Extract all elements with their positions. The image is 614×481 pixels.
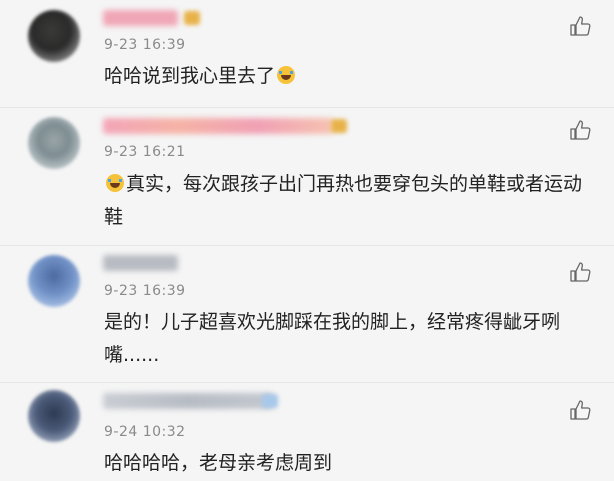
comment-timestamp: 9-23 16:21 [104, 144, 186, 160]
comment-item: 9-23 16:39 哈哈说到我心里去了 [0, 0, 614, 108]
username-blurred[interactable] [103, 118, 333, 134]
comment-list: 9-23 16:39 哈哈说到我心里去了 9-23 16:21 真实，每次跟孩子… [0, 0, 614, 481]
username-blurred[interactable] [103, 255, 178, 271]
laugh-cry-emoji-icon [106, 174, 124, 192]
comment-text-part: 哈哈说到我心里去了 [104, 65, 276, 87]
comment-timestamp: 9-23 16:39 [104, 283, 186, 299]
like-button[interactable] [568, 14, 592, 38]
comment-text-part: 真实，每次跟孩子出门再热也要穿包头的单鞋或者运动鞋 [104, 173, 583, 228]
comment-timestamp: 9-23 16:39 [104, 37, 186, 53]
like-button[interactable] [568, 398, 592, 422]
username-blurred[interactable] [103, 393, 273, 409]
thumbs-up-icon [570, 400, 591, 420]
avatar[interactable] [28, 390, 80, 442]
user-badge-icon [262, 394, 278, 408]
comment-text: 是的！儿子超喜欢光脚踩在我的脚上，经常疼得龇牙咧嘴...... [104, 311, 561, 366]
user-badge-icon [184, 11, 200, 25]
avatar[interactable] [28, 10, 80, 62]
thumbs-up-icon [570, 16, 591, 36]
comment-timestamp: 9-24 10:32 [104, 424, 186, 440]
thumbs-up-icon [570, 120, 591, 140]
thumbs-up-icon [570, 262, 591, 282]
like-button[interactable] [568, 260, 592, 284]
comment-text: 真实，每次跟孩子出门再热也要穿包头的单鞋或者运动鞋 [104, 168, 584, 234]
avatar[interactable] [28, 255, 80, 307]
user-badge-icon [331, 119, 347, 133]
comment-text: 哈哈哈哈，老母亲考虑周到 [104, 452, 333, 474]
comment-text: 哈哈说到我心里去了 [104, 60, 584, 93]
username-blurred[interactable] [103, 10, 178, 26]
laugh-cry-emoji-icon [277, 66, 296, 84]
avatar[interactable] [28, 117, 80, 169]
like-button[interactable] [568, 118, 592, 142]
